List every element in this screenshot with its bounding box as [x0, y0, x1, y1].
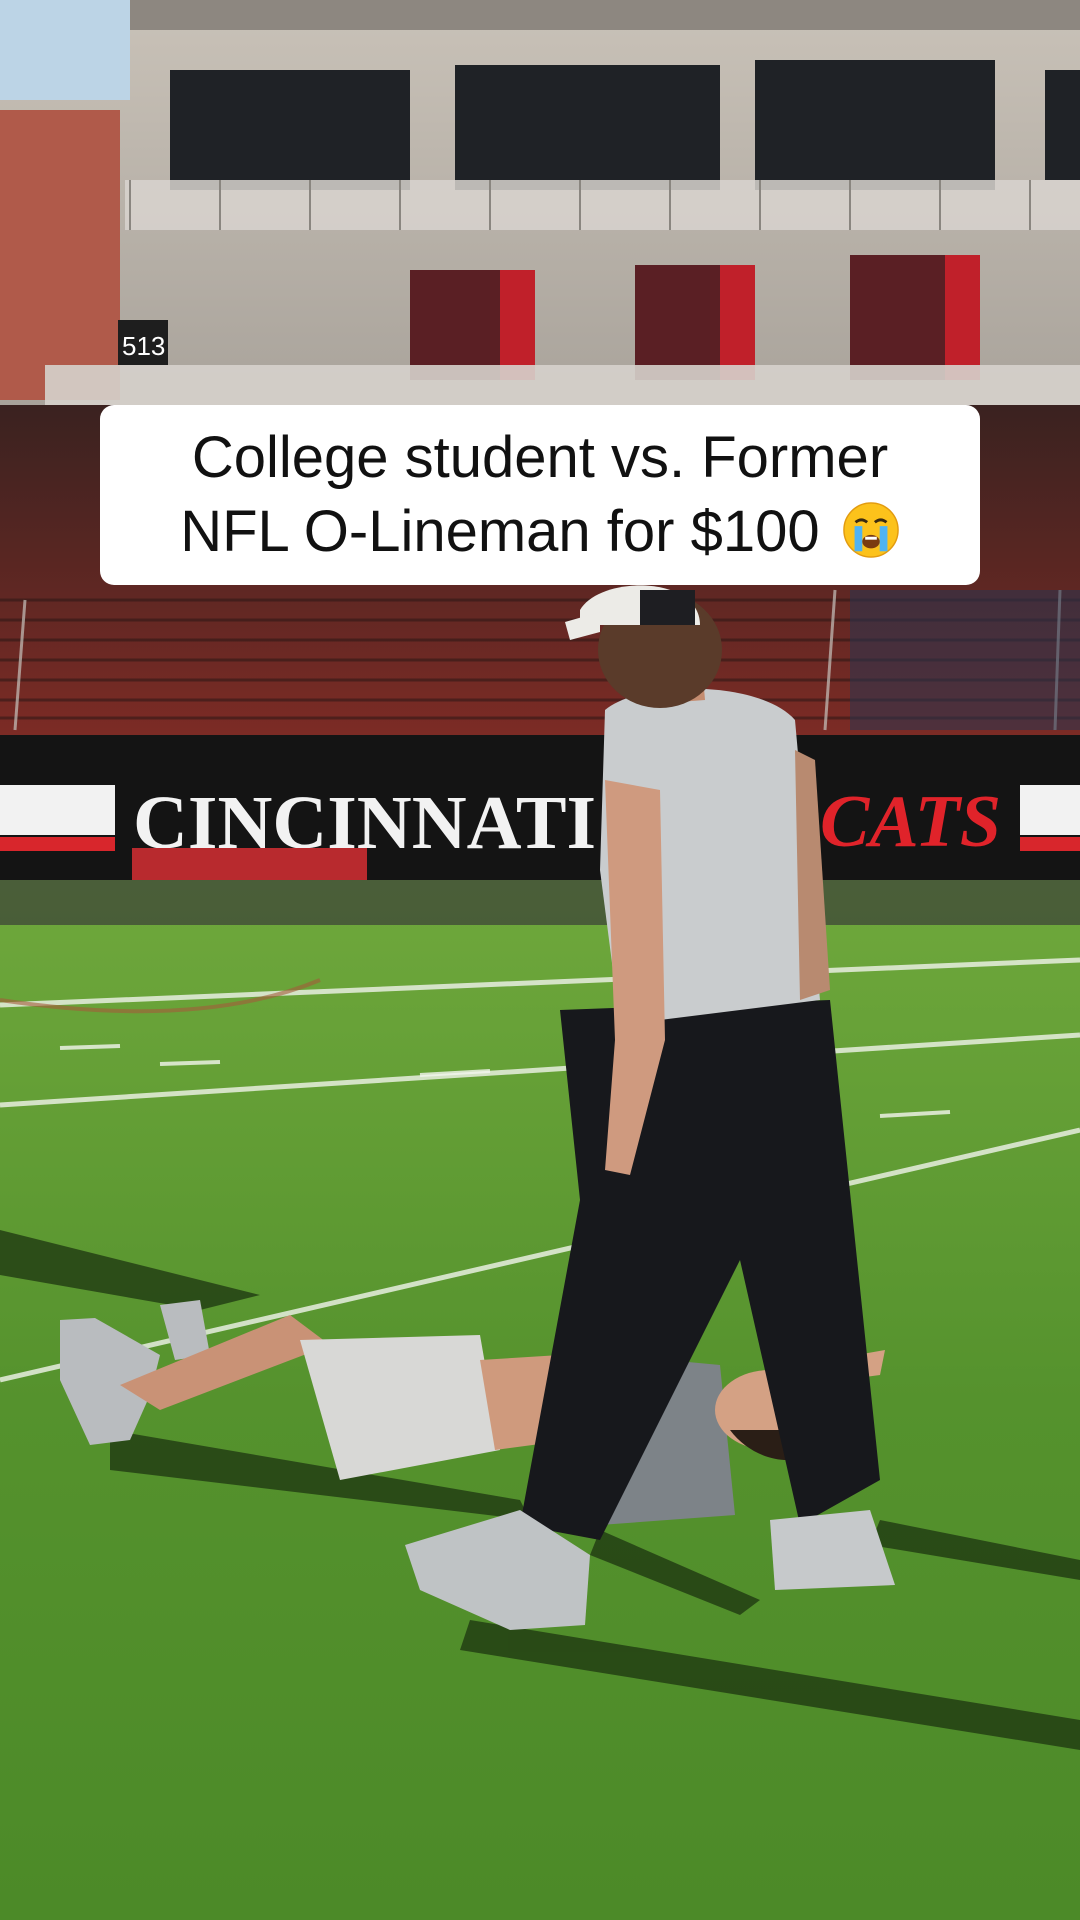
roof-edge	[0, 0, 1080, 30]
player-banners	[410, 255, 980, 380]
sideline-track	[0, 880, 1080, 925]
banner-stripe-left	[0, 785, 115, 835]
upper-seat-blocks	[170, 60, 1080, 190]
caption-line-1: College student vs. Former	[191, 425, 889, 490]
crying-face-icon	[842, 502, 899, 558]
banner-red-right	[1020, 837, 1080, 851]
banner-stripe-right	[1020, 785, 1080, 835]
video-frame: 513 CINCINNATI CATS College student vs. …	[0, 0, 1080, 1920]
section-number: 513	[122, 331, 165, 361]
upper-railing	[125, 180, 1080, 230]
caption-line-2-text: NFL O-Lineman for $100	[180, 499, 820, 564]
brick-tower	[0, 110, 120, 400]
blue-seat-section	[850, 590, 1080, 730]
lower-railing	[45, 365, 1080, 405]
sky-patch	[0, 0, 130, 100]
caption-line-2: NFL O-Lineman for $100	[180, 495, 900, 569]
banner-cats: CATS	[820, 781, 1001, 863]
stadium-scene: 513 CINCINNATI CATS	[0, 0, 1080, 1920]
caption-box: College student vs. Former NFL O-Lineman…	[100, 405, 980, 585]
banner-red-left	[0, 837, 115, 851]
